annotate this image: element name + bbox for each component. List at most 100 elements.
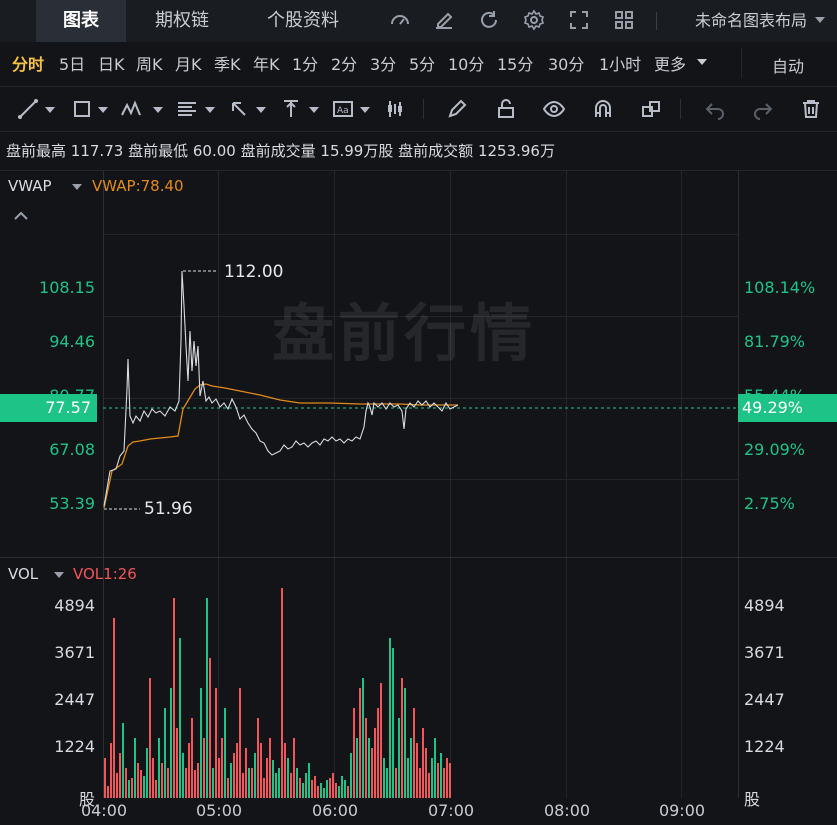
time-axis-tick: 05:00 [195, 801, 243, 820]
volume-bar [167, 768, 169, 798]
tab-chart[interactable]: 图表 [36, 0, 126, 42]
lock-icon[interactable] [494, 97, 518, 121]
volume-bar [443, 768, 445, 798]
period-3min[interactable]: 3分 [370, 51, 396, 75]
volume-bar [308, 763, 310, 798]
layout-grid-icon[interactable] [612, 8, 636, 32]
period-intraday[interactable]: 分时 [12, 51, 44, 75]
volume-bar [434, 738, 436, 798]
volume-bar [254, 753, 256, 798]
volume-bar [305, 773, 307, 798]
arrow-icon[interactable] [227, 97, 251, 121]
period-15min[interactable]: 15分 [497, 51, 533, 75]
period-2min[interactable]: 2分 [331, 51, 357, 75]
volume-bar [218, 758, 220, 798]
trend-line-icon[interactable] [16, 97, 40, 121]
chevron-down-icon[interactable] [309, 107, 319, 113]
volume-bar [272, 760, 274, 798]
candle-icon[interactable] [383, 97, 407, 121]
period-5d[interactable]: 5日 [59, 51, 85, 75]
chevron-down-icon[interactable] [815, 17, 825, 23]
period-30min[interactable]: 30分 [548, 51, 584, 75]
tab-stock-profile[interactable]: 个股资料 [248, 0, 358, 42]
period-day[interactable]: 日K [98, 51, 125, 75]
period-more[interactable]: 更多 [654, 51, 686, 75]
volume-bar [194, 770, 196, 798]
volume-bar [416, 743, 418, 798]
rectangle-icon[interactable] [70, 97, 94, 121]
volume-bar [251, 768, 253, 798]
divider [680, 99, 681, 119]
volume-bar [350, 753, 352, 798]
volume-bar [401, 678, 403, 798]
period-quarter[interactable]: 季K [214, 51, 241, 75]
period-month[interactable]: 月K [175, 51, 202, 75]
draw-icon[interactable] [432, 8, 456, 32]
undo-icon[interactable] [703, 97, 727, 121]
layout-name-button[interactable]: 未命名图表布局 [695, 0, 807, 42]
volume-bar [437, 763, 439, 798]
volume-bar [125, 768, 127, 798]
volume-bar [227, 778, 229, 798]
period-bar: 分时 5日 日K 周K 月K 季K 年K 1分 2分 3分 5分 10分 15分… [0, 42, 837, 86]
clone-icon[interactable] [639, 97, 663, 121]
volume-bar [311, 780, 313, 798]
volume-bar [230, 763, 232, 798]
volume-bar [320, 783, 322, 798]
volume-bar [419, 768, 421, 798]
chevron-down-icon[interactable] [256, 107, 266, 113]
volume-bar [248, 768, 250, 798]
volume-bar [161, 763, 163, 798]
volume-bar [290, 773, 292, 798]
vwap-line [103, 383, 458, 509]
delete-icon[interactable] [799, 97, 823, 121]
chevron-down-icon[interactable] [697, 59, 707, 65]
time-axis-tick: 07:00 [427, 801, 475, 820]
volume-bar [110, 743, 112, 798]
volume-bar [287, 758, 289, 798]
text-icon[interactable]: Aa [331, 97, 355, 121]
settings-icon[interactable] [522, 8, 546, 32]
divider [423, 99, 424, 119]
pencil-icon[interactable] [445, 97, 469, 121]
refresh-icon[interactable] [477, 8, 501, 32]
volume-bar [188, 743, 190, 798]
chevron-down-icon[interactable] [153, 107, 163, 113]
volume-bar [173, 598, 175, 798]
pattern-icon[interactable] [120, 97, 144, 121]
eye-icon[interactable] [542, 97, 566, 121]
chevron-down-icon[interactable] [360, 107, 370, 113]
volume-bar [299, 778, 301, 798]
volume-bar [293, 738, 295, 798]
chevron-down-icon[interactable] [205, 107, 215, 113]
chevron-down-icon[interactable] [45, 107, 55, 113]
volume-bar [197, 763, 199, 798]
volume-bar [341, 776, 343, 798]
period-10min[interactable]: 10分 [448, 51, 484, 75]
magnet-icon[interactable] [591, 97, 615, 121]
fib-icon[interactable] [175, 97, 199, 121]
tab-options-chain[interactable]: 期权链 [132, 0, 232, 42]
current-price-tag: 77.57 [0, 394, 97, 422]
volume-bar [317, 786, 319, 798]
fullscreen-icon[interactable] [567, 8, 591, 32]
chevron-down-icon[interactable] [98, 107, 108, 113]
premarket-amount-label: 盘前成交额 [398, 142, 474, 160]
period-1min[interactable]: 1分 [292, 51, 318, 75]
volume-bar [182, 753, 184, 798]
period-year[interactable]: 年K [253, 51, 280, 75]
volume-bar [446, 758, 448, 798]
measure-icon[interactable] [279, 97, 303, 121]
period-week[interactable]: 周K [136, 51, 163, 75]
indicator-icon[interactable] [388, 8, 412, 32]
drawing-toolbar: Aa [0, 87, 837, 131]
volume-bar [233, 753, 235, 798]
period-5min[interactable]: 5分 [409, 51, 435, 75]
time-axis-tick: 09:00 [658, 801, 706, 820]
redo-icon[interactable] [751, 97, 775, 121]
time-axis-tick: 06:00 [311, 801, 359, 820]
scale-mode-button[interactable]: 自动 [772, 53, 804, 77]
volume-bar [215, 688, 217, 798]
period-1hour[interactable]: 1小时 [599, 51, 641, 75]
volume-bar [332, 773, 334, 798]
